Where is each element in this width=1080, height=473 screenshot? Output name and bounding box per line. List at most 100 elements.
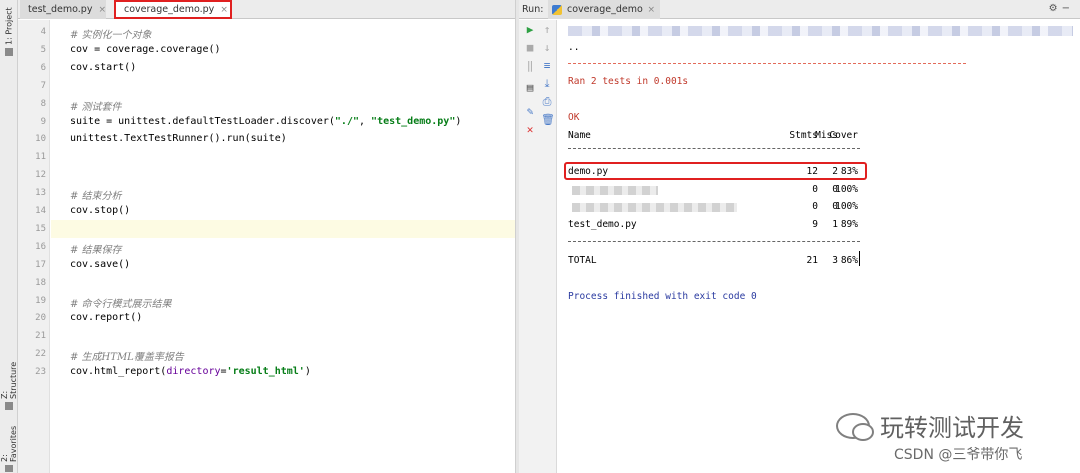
separator-line	[568, 63, 966, 64]
code-string: "./"	[334, 115, 359, 127]
run-panel: Run: coverage_demo × ⚙− ▶ ↑ ■ ↓ ‖ ≡ ▤ ⤓ …	[519, 0, 1080, 473]
gear-icon[interactable]: ⚙	[1049, 3, 1062, 14]
row-cover: 100%	[835, 201, 858, 212]
csdn-watermark: CSDN @三爷带你飞	[894, 447, 1023, 463]
code-comment: # 结果保存	[70, 244, 122, 256]
close-icon[interactable]: ×	[647, 5, 655, 15]
line-number: 9	[40, 116, 46, 127]
pause-icon[interactable]: ‖	[524, 60, 536, 72]
structure-icon	[5, 402, 13, 410]
code-text: suite = unittest.defaultTestLoader.disco…	[70, 115, 335, 127]
project-tool-button[interactable]: 1: Project	[1, 6, 17, 56]
code-comment: # 结束分析	[70, 191, 122, 203]
code-comment: # 生成HTML覆盖率报告	[70, 352, 184, 364]
row-cover: 100%	[835, 184, 858, 195]
dump-threads-icon[interactable]: ▤	[524, 82, 536, 94]
blurred-filename	[572, 203, 737, 212]
code-line: cov.stop()	[70, 205, 130, 216]
close-run-icon[interactable]: ✕	[524, 124, 536, 136]
run-label: Run:	[522, 4, 544, 15]
trash-icon[interactable]: 🗑	[541, 114, 555, 126]
run-toolbar: ▶ ↑ ■ ↓ ‖ ≡ ▤ ⤓ ✎ ⎙ ✕ 🗑	[519, 20, 557, 473]
line-number: 19	[35, 295, 46, 306]
line-number: 16	[35, 241, 46, 252]
code-comment: # 测试套件	[70, 101, 122, 113]
code-editor: test_demo.py × coverage_demo.py × 4 # 实例化…	[18, 0, 515, 473]
ran-summary: Ran 2 tests in 0.001s	[568, 76, 689, 87]
code-line: cov.html_report(directory='result_html')	[70, 366, 311, 377]
row-name: demo.py	[568, 166, 609, 177]
favorites-tool-button[interactable]: 2: Favorites	[0, 420, 18, 472]
blurred-filename	[572, 186, 658, 195]
line-number: 15	[35, 223, 46, 234]
code-line: cov.report()	[70, 312, 142, 323]
minimize-icon[interactable]: −	[1062, 3, 1074, 14]
code-text: )	[455, 115, 462, 127]
close-icon[interactable]: ×	[220, 5, 228, 15]
progress-dots: ..	[568, 42, 580, 53]
row-name: test_demo.py	[568, 219, 637, 230]
col-header-name: Name	[568, 130, 591, 141]
panel-settings[interactable]: ⚙−	[1049, 3, 1074, 14]
code-comment: # 命令行模式展示结果	[70, 298, 172, 310]
code-text: unittest.TextTestRunner().run(suite)	[70, 133, 287, 145]
tab-test-demo[interactable]: test_demo.py ×	[20, 0, 106, 19]
separator-line	[568, 241, 860, 242]
line-number: 6	[40, 62, 46, 73]
text-cursor	[859, 251, 860, 266]
line-number: 22	[35, 349, 46, 360]
down-arrow-icon[interactable]: ↓	[541, 42, 553, 54]
scroll-to-end-icon[interactable]: ⤓	[541, 78, 553, 90]
code-line: # 命令行模式展示结果	[70, 295, 172, 310]
line-number: 4	[40, 27, 46, 37]
code-keyword-arg: directory	[166, 366, 221, 378]
run-config-tab[interactable]: coverage_demo ×	[548, 0, 660, 19]
line-number: 5	[40, 44, 46, 55]
total-name: TOTAL	[568, 255, 597, 266]
line-number: 13	[35, 188, 46, 199]
code-text: cov = coverage.coverage()	[70, 43, 221, 55]
code-line: # 结果保存	[70, 241, 122, 256]
structure-tool-button[interactable]: Z: Structure	[0, 352, 18, 410]
code-string: "test_demo.py"	[371, 115, 456, 127]
code-text: )	[304, 366, 311, 378]
code-line: # 实例化一个对象	[70, 26, 152, 41]
code-text: cov.stop()	[70, 205, 131, 216]
folder-icon	[5, 48, 13, 56]
code-line: # 结束分析	[70, 187, 122, 202]
line-number: 20	[35, 313, 46, 324]
code-line: suite = unittest.defaultTestLoader.disco…	[70, 116, 461, 127]
total-cover: 86%	[840, 255, 858, 266]
close-icon[interactable]: ×	[98, 5, 106, 15]
process-finished: Process finished with exit code 0	[568, 291, 757, 302]
tab-coverage-demo[interactable]: coverage_demo.py ×	[114, 0, 232, 19]
current-line-highlight	[51, 220, 515, 238]
pin-icon[interactable]: ✎	[524, 106, 536, 118]
code-text: ,	[359, 115, 372, 127]
line-number: 23	[35, 367, 46, 378]
code-string: 'result_html'	[226, 366, 305, 378]
editor-tab-bar: test_demo.py × coverage_demo.py ×	[18, 0, 515, 19]
up-arrow-icon[interactable]: ↑	[541, 24, 553, 36]
left-tool-stripe: 1: Project Z: Structure 2: Favorites	[0, 0, 18, 473]
code-line: # 测试套件	[70, 98, 122, 113]
print-icon[interactable]: ⎙	[541, 96, 553, 108]
soft-wrap-icon[interactable]: ≡	[541, 60, 553, 72]
line-number: 18	[35, 277, 46, 288]
code-text: cov.start()	[70, 61, 137, 73]
line-number: 8	[40, 98, 46, 109]
stop-icon[interactable]: ■	[524, 42, 536, 54]
row-cover: 89%	[840, 219, 858, 230]
line-number: 11	[35, 152, 46, 163]
code-text: cov.save()	[70, 258, 131, 270]
line-number: 17	[35, 259, 46, 270]
console-output[interactable]: .. Ran 2 tests in 0.001s OK Name Stmts M…	[558, 20, 1080, 473]
code-line: cov.save()	[70, 259, 130, 270]
line-number: 21	[35, 331, 46, 342]
wechat-watermark: 玩转测试开发	[836, 408, 1024, 443]
line-number: 7	[40, 80, 46, 91]
line-number: 10	[35, 134, 46, 145]
blurred-command-line	[568, 26, 1073, 36]
code-line: cov.start()	[70, 62, 136, 73]
rerun-icon[interactable]: ▶	[524, 24, 536, 36]
